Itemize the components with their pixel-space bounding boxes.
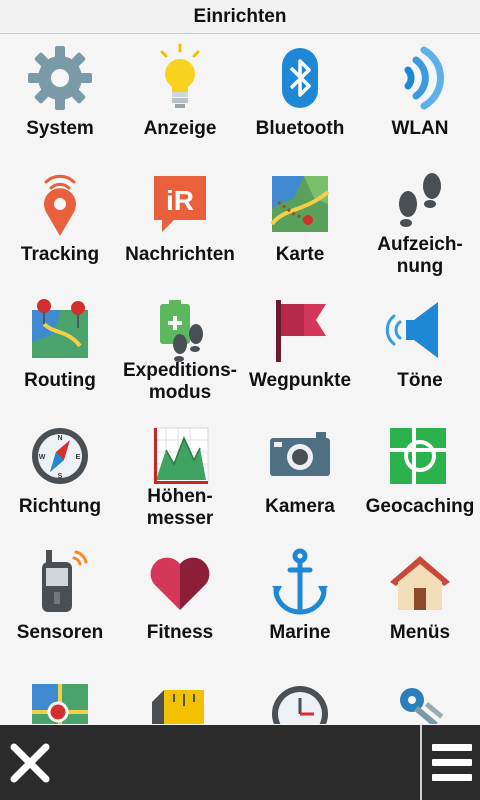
close-button[interactable]	[0, 725, 60, 800]
camera-icon	[264, 420, 336, 492]
flag-icon	[264, 294, 336, 366]
clock-icon	[264, 672, 336, 724]
setting-label: Höhen- messer	[146, 486, 214, 529]
setting-toene[interactable]: Töne	[360, 286, 480, 412]
setting-nachrichten[interactable]: iR Nachrichten	[120, 160, 240, 286]
setting-routing[interactable]: Routing	[0, 286, 120, 412]
svg-text:N: N	[57, 435, 62, 442]
setting-karte[interactable]: Karte	[240, 160, 360, 286]
setting-label: WLAN	[391, 118, 449, 139]
geocache-icon	[384, 420, 456, 492]
heart-icon	[144, 546, 216, 618]
svg-text:iR: iR	[166, 185, 194, 216]
setting-label: Sensoren	[16, 622, 104, 643]
close-icon	[10, 743, 50, 782]
keys-icon	[384, 672, 456, 724]
setting-label: System	[26, 118, 94, 139]
wifi-icon	[384, 42, 456, 114]
setting-label: Expeditions- modus	[122, 360, 237, 403]
setting-aufzeichnung[interactable]: Aufzeich- nung	[360, 160, 480, 286]
hamburger-menu-icon	[432, 743, 472, 781]
setting-label: Marine	[269, 622, 331, 643]
location-pin-icon	[24, 168, 96, 240]
setting-label: Kamera	[265, 496, 335, 517]
svg-text:E: E	[76, 454, 81, 461]
setting-label: Wegpunkte	[248, 370, 352, 391]
svg-text:S: S	[58, 473, 63, 480]
route-map-icon	[24, 294, 96, 366]
setting-label: Nachrichten	[125, 244, 235, 265]
setting-sensoren[interactable]: Sensoren	[0, 538, 120, 664]
lightbulb-icon	[144, 42, 216, 114]
map-pin-icon	[24, 672, 96, 724]
setting-anzeige[interactable]: Anzeige	[120, 34, 240, 160]
house-icon	[384, 546, 456, 618]
setting-label: Routing	[24, 370, 96, 391]
setting-bluetooth[interactable]: Bluetooth	[240, 34, 360, 160]
setting-label: Richtung	[18, 496, 102, 517]
message-ir-icon: iR	[144, 168, 216, 240]
setting-menues[interactable]: Menüs	[360, 538, 480, 664]
setting-wlan[interactable]: WLAN	[360, 34, 480, 160]
speaker-icon	[384, 294, 456, 366]
setting-marine[interactable]: Marine	[240, 538, 360, 664]
setting-label: Tracking	[20, 244, 100, 265]
elevation-chart-icon	[144, 420, 216, 492]
setting-label: Karte	[275, 244, 325, 265]
bottom-toolbar	[0, 725, 480, 800]
gear-icon	[24, 42, 96, 114]
settings-grid: System Anzeige Bluetooth WLAN Tracking i…	[0, 34, 480, 724]
footprints-icon	[384, 168, 456, 240]
menu-button[interactable]	[420, 725, 480, 800]
page-title: Einrichten	[0, 0, 480, 34]
setting-tracking[interactable]: Tracking	[0, 160, 120, 286]
setting-label: Töne	[397, 370, 443, 391]
setting-fitness[interactable]: Fitness	[120, 538, 240, 664]
gps-device-icon	[24, 546, 96, 618]
battery-footprints-icon	[144, 294, 216, 366]
map-icon	[264, 168, 336, 240]
setting-kamera[interactable]: Kamera	[240, 412, 360, 538]
compass-icon: N S W E	[24, 420, 96, 492]
setting-wegpunkte[interactable]: Wegpunkte	[240, 286, 360, 412]
setting-item[interactable]	[0, 664, 120, 724]
setting-label: Aufzeich- nung	[377, 234, 463, 277]
svg-text:W: W	[39, 454, 46, 461]
bluetooth-icon	[264, 42, 336, 114]
setting-item[interactable]	[120, 664, 240, 724]
setting-geocaching[interactable]: Geocaching	[360, 412, 480, 538]
setting-expeditionsmodus[interactable]: Expeditions- modus	[120, 286, 240, 412]
setting-system[interactable]: System	[0, 34, 120, 160]
setting-label: Anzeige	[143, 118, 217, 139]
setting-item[interactable]	[360, 664, 480, 724]
setting-item[interactable]	[240, 664, 360, 724]
ruler-icon	[144, 672, 216, 724]
setting-label: Fitness	[146, 622, 214, 643]
setting-label: Geocaching	[365, 496, 475, 517]
anchor-icon	[264, 546, 336, 618]
setting-hoehenmesser[interactable]: Höhen- messer	[120, 412, 240, 538]
setting-richtung[interactable]: N S W E Richtung	[0, 412, 120, 538]
setting-label: Bluetooth	[255, 118, 345, 139]
setting-label: Menüs	[389, 622, 451, 643]
